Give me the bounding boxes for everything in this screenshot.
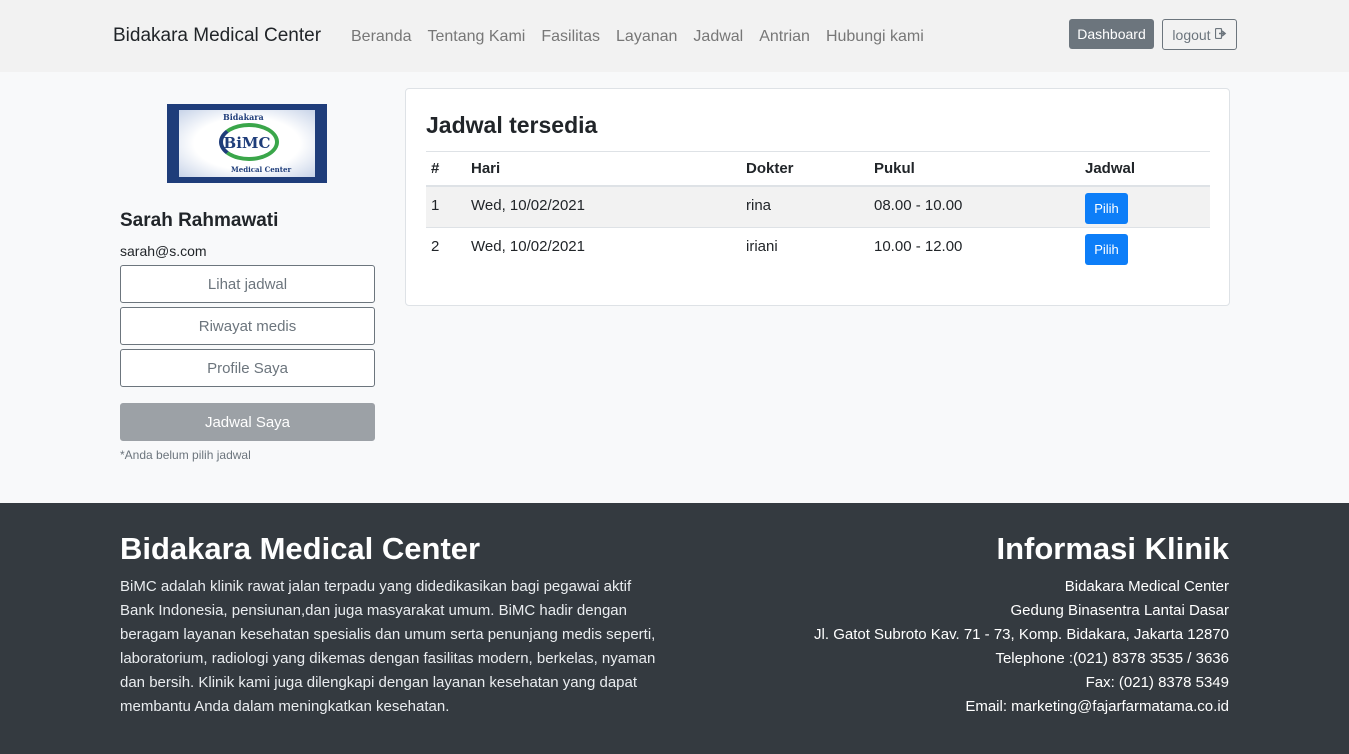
footer-info: Bidakara Medical Center Gedung Binasentr… (814, 575, 1229, 719)
riwayat-medis-button[interactable]: Riwayat medis (120, 307, 375, 345)
info-building: Gedung Binasentra Lantai Dasar (1010, 602, 1229, 619)
footer-description: BiMC adalah klinik rawat jalan terpadu y… (120, 578, 656, 715)
info-clinic-name: Bidakara Medical Center (1064, 578, 1229, 595)
cell-pukul: 10.00 - 12.00 (869, 227, 1080, 270)
col-header-pukul: Pukul (869, 151, 1080, 187)
schedule-card: Jadwal tersedia # Hari Dokter Pukul Jadw… (405, 88, 1230, 306)
nav-link-jadwal[interactable]: Jadwal (693, 28, 743, 46)
user-name: Sarah Rahmawati (120, 210, 279, 231)
dashboard-button-label: Dashboard (1077, 26, 1146, 42)
navbar: Bidakara Medical Center Beranda Tentang … (0, 0, 1349, 72)
profile-saya-button[interactable]: Profile Saya (120, 349, 375, 387)
schedule-title: Jadwal tersedia (426, 112, 598, 138)
info-fax: Fax: (021) 8378 5349 (1085, 674, 1229, 691)
logout-button[interactable]: logout (1162, 19, 1237, 50)
cell-no: 2 (426, 227, 466, 270)
footer-info-title: Informasi Klinik (996, 531, 1229, 566)
dashboard-button[interactable]: Dashboard (1069, 19, 1154, 49)
schedule-table: # Hari Dokter Pukul Jadwal 1 Wed, 10/02/… (426, 151, 1210, 270)
logout-button-label: logout (1172, 26, 1211, 43)
col-header-hari: Hari (466, 151, 741, 187)
cell-dokter: iriani (741, 227, 869, 270)
cell-action: Pilih (1080, 185, 1210, 228)
cell-hari: Wed, 10/02/2021 (466, 227, 741, 270)
footer-title: Bidakara Medical Center (120, 531, 481, 566)
cell-dokter: rina (741, 185, 869, 228)
jadwal-saya-button[interactable]: Jadwal Saya (120, 403, 375, 441)
table-header-row: # Hari Dokter Pukul Jadwal (426, 151, 1210, 187)
bimc-logo: Bidakara BiMC Medical Center (167, 104, 327, 183)
col-header-no: # (426, 151, 466, 187)
nav-link-hubungi-kami[interactable]: Hubungi kami (826, 28, 924, 46)
nav-link-fasilitas[interactable]: Fasilitas (541, 28, 600, 46)
cell-no: 1 (426, 185, 466, 228)
footer: Bidakara Medical Center BiMC adalah klin… (0, 503, 1349, 754)
navbar-brand[interactable]: Bidakara Medical Center (113, 25, 321, 47)
nav-link-layanan[interactable]: Layanan (616, 28, 677, 46)
nav-link-beranda[interactable]: Beranda (351, 28, 412, 46)
col-header-jadwal: Jadwal (1080, 151, 1210, 187)
user-email: sarah@s.com (120, 243, 207, 259)
logo-bottom-text: Medical Center (231, 165, 292, 174)
info-email: Email: marketing@fajarfarmatama.co.id (965, 698, 1229, 715)
logo-mark-text: BiMC (223, 134, 271, 152)
pilih-button[interactable]: Pilih (1085, 234, 1128, 265)
cell-pukul: 08.00 - 10.00 (869, 185, 1080, 228)
logo-top-text: Bidakara (223, 112, 264, 122)
info-telephone: Telephone :(021) 8378 3535 / 3636 (995, 650, 1229, 667)
info-address: Jl. Gatot Subroto Kav. 71 - 73, Komp. Bi… (814, 626, 1229, 643)
cell-hari: Wed, 10/02/2021 (466, 185, 741, 228)
cell-action: Pilih (1080, 227, 1210, 270)
pilih-button[interactable]: Pilih (1085, 192, 1128, 224)
schedule-note: *Anda belum pilih jadwal (120, 448, 251, 462)
table-row: 2 Wed, 10/02/2021 iriani 10.00 - 12.00 P… (426, 227, 1210, 270)
logo-panel: Bidakara BiMC Medical Center (179, 110, 315, 177)
nav-links: Beranda Tentang Kami Fasilitas Layanan J… (351, 28, 940, 46)
col-header-dokter: Dokter (741, 151, 869, 187)
lihat-jadwal-button[interactable]: Lihat jadwal (120, 265, 375, 303)
sign-out-icon (1214, 27, 1227, 42)
nav-link-antrian[interactable]: Antrian (759, 28, 810, 46)
nav-link-tentang-kami[interactable]: Tentang Kami (428, 28, 526, 46)
table-row: 1 Wed, 10/02/2021 rina 08.00 - 10.00 Pil… (426, 185, 1210, 228)
